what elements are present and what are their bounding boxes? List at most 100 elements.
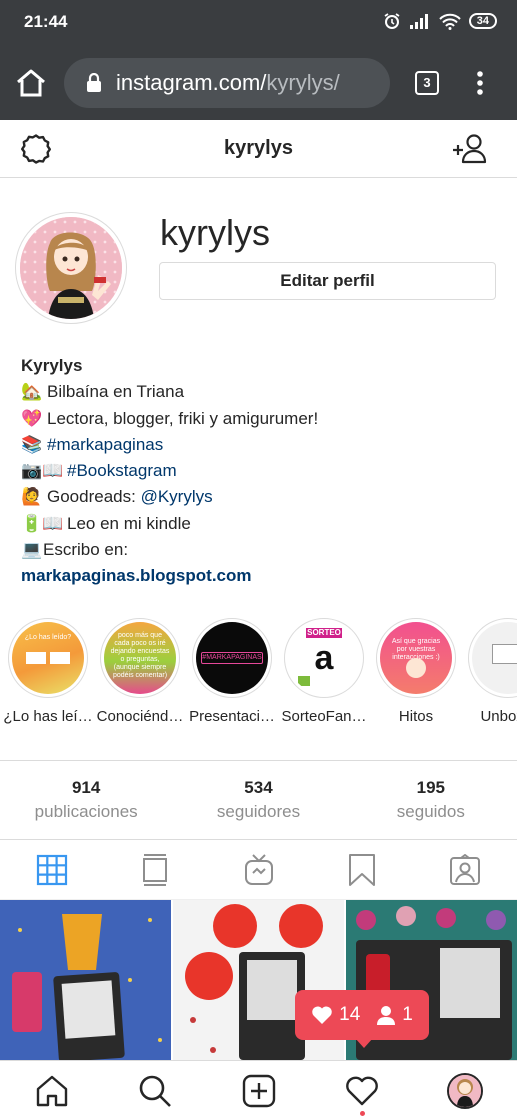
highlight-label: SorteoFan… xyxy=(281,708,367,725)
browser-toolbar: instagram.com/kyrylys/ 3 xyxy=(0,46,517,120)
highlight-item[interactable]: poco más que cada poco os iré dejando en… xyxy=(94,618,186,725)
bookmark-icon xyxy=(348,853,375,886)
tab-grid[interactable] xyxy=(0,840,103,899)
stat-following[interactable]: 195 seguidos xyxy=(345,761,517,839)
edit-profile-button[interactable]: Editar perfil xyxy=(159,262,496,300)
tab-tagged[interactable] xyxy=(414,840,517,899)
notification-pointer xyxy=(355,1038,373,1048)
profile-username: kyrylys xyxy=(160,212,270,253)
search-icon xyxy=(139,1075,172,1107)
battery-indicator: 34 xyxy=(468,13,497,29)
bio-line: 📚 #markapaginas xyxy=(21,432,501,458)
highlight-cover-text: poco más que cada poco os iré dejando en… xyxy=(110,632,170,679)
address-bar[interactable]: instagram.com/kyrylys/ xyxy=(64,58,390,108)
highlight-label: Hitos xyxy=(398,708,434,725)
likes-count: 14 xyxy=(311,1004,360,1026)
stat-posts: 914 publicaciones xyxy=(0,761,172,839)
stat-value: 914 xyxy=(71,778,101,797)
highlight-ring: #MARKAPAGINAS xyxy=(192,618,272,698)
profile-avatar[interactable] xyxy=(15,212,127,324)
status-bar: 21:44 34 xyxy=(0,0,517,46)
profile-stats: 914 publicaciones 534 seguidores 195 seg… xyxy=(0,760,517,840)
wifi-icon xyxy=(439,13,461,30)
followers-number: 1 xyxy=(402,1004,413,1025)
stat-label: seguidores xyxy=(216,802,301,821)
highlight-cover: ¿Lo has leído? xyxy=(12,622,84,694)
nav-activity[interactable] xyxy=(310,1061,413,1120)
highlight-cover-text: ¿Lo has leído? xyxy=(24,634,72,641)
url-path: kyrylys/ xyxy=(266,70,340,95)
bio-text: Escribo en: xyxy=(43,540,129,560)
highlight-label: Conociénd… xyxy=(96,708,184,725)
activity-dot xyxy=(359,1111,365,1116)
story-highlights: ¿Lo has leído? ¿Lo has leí… poco más que… xyxy=(0,618,517,730)
tabs-button[interactable]: 3 xyxy=(415,71,439,95)
post-thumbnail[interactable] xyxy=(0,900,171,1060)
bio-website-link[interactable]: markapaginas.blogspot.com xyxy=(21,566,252,585)
books-icon: 📚 xyxy=(21,434,43,454)
person-filled-icon xyxy=(377,1006,396,1025)
stat-label: publicaciones xyxy=(34,802,138,821)
nav-new-post[interactable] xyxy=(207,1061,310,1120)
raising-hand-icon: 🙋 xyxy=(21,487,43,507)
bio-line: 📷📖 #Bookstagram xyxy=(21,458,501,484)
camera-book-icon: 📷📖 xyxy=(21,461,64,481)
highlight-ring: poco más que cada poco os iré dejando en… xyxy=(100,618,180,698)
highlight-cover-text: SORTEO xyxy=(306,628,342,638)
highlight-cover xyxy=(472,622,517,694)
home-outline-icon xyxy=(36,1075,67,1106)
profile-view-tabs xyxy=(0,840,517,900)
highlight-label: Unboxin xyxy=(480,708,517,725)
heart-filled-icon xyxy=(312,1006,332,1024)
alarm-icon xyxy=(384,13,400,29)
status-icons: 34 xyxy=(383,12,497,30)
heart-outline-icon xyxy=(346,1076,378,1105)
bio-text: Lectora, blogger, friki y amigurumer! xyxy=(47,408,319,428)
laptop-icon: 💻 xyxy=(21,540,43,560)
nav-avatar xyxy=(447,1072,484,1109)
highlight-item[interactable]: SORTEO a SorteoFan… xyxy=(278,618,370,725)
nav-profile[interactable] xyxy=(414,1061,517,1120)
home-icon[interactable] xyxy=(14,68,48,98)
highlight-cover: #MARKAPAGINAS xyxy=(196,622,268,694)
highlight-ring xyxy=(468,618,517,698)
bio-text: Leo en mi kindle xyxy=(67,513,191,533)
header-username: kyrylys xyxy=(224,137,293,159)
post-grid xyxy=(0,900,517,1060)
plus-square-icon xyxy=(242,1074,275,1107)
tagged-person-icon xyxy=(450,853,481,885)
nav-search[interactable] xyxy=(103,1061,206,1120)
likes-number: 14 xyxy=(339,1004,361,1025)
followers-count: 1 xyxy=(376,1004,413,1026)
highlight-ring: SORTEO a xyxy=(284,618,364,698)
highlight-item[interactable]: Unboxin xyxy=(462,618,517,725)
highlight-ring: Así que gracias por vuestras interaccion… xyxy=(376,618,456,698)
highlight-cover-text: #MARKAPAGINAS xyxy=(201,652,263,664)
highlight-cover: Así que gracias por vuestras interaccion… xyxy=(380,622,452,694)
profile-bio: Kyrylys 🏡 Bilbaína en Triana 💖 Lectora, bl… xyxy=(21,353,501,590)
tab-igtv[interactable] xyxy=(207,840,310,899)
highlight-cover: SORTEO a xyxy=(288,622,360,694)
stat-followers[interactable]: 534 seguidores xyxy=(172,761,344,839)
highlight-item[interactable]: Así que gracias por vuestras interaccion… xyxy=(370,618,462,725)
hashtag-link[interactable]: #markapaginas xyxy=(47,435,163,454)
activity-notification[interactable]: 14 1 xyxy=(295,990,429,1040)
stat-value: 534 xyxy=(244,778,273,797)
highlight-cover: poco más que cada poco os iré dejando en… xyxy=(104,622,176,694)
highlight-item[interactable]: ¿Lo has leído? ¿Lo has leí… xyxy=(2,618,94,725)
highlight-item[interactable]: #MARKAPAGINAS Presentaci… xyxy=(186,618,278,725)
house-icon: 🏡 xyxy=(21,382,43,402)
highlight-ring: ¿Lo has leído? xyxy=(8,618,88,698)
status-time: 21:44 xyxy=(24,12,68,31)
nav-home[interactable] xyxy=(0,1061,103,1120)
mention-link[interactable]: @Kyrylys xyxy=(141,487,213,506)
tab-saved[interactable] xyxy=(310,840,413,899)
hashtag-link[interactable]: #Bookstagram xyxy=(67,461,177,480)
avatar-image xyxy=(20,217,122,319)
bottom-navigation xyxy=(0,1060,517,1120)
more-vert-icon[interactable] xyxy=(470,68,490,98)
add-user-icon[interactable] xyxy=(450,132,490,166)
tab-feed[interactable] xyxy=(103,840,206,899)
bio-line: 🔋📖 Leo en mi kindle xyxy=(21,511,501,537)
highlight-label: ¿Lo has leí… xyxy=(3,708,93,725)
